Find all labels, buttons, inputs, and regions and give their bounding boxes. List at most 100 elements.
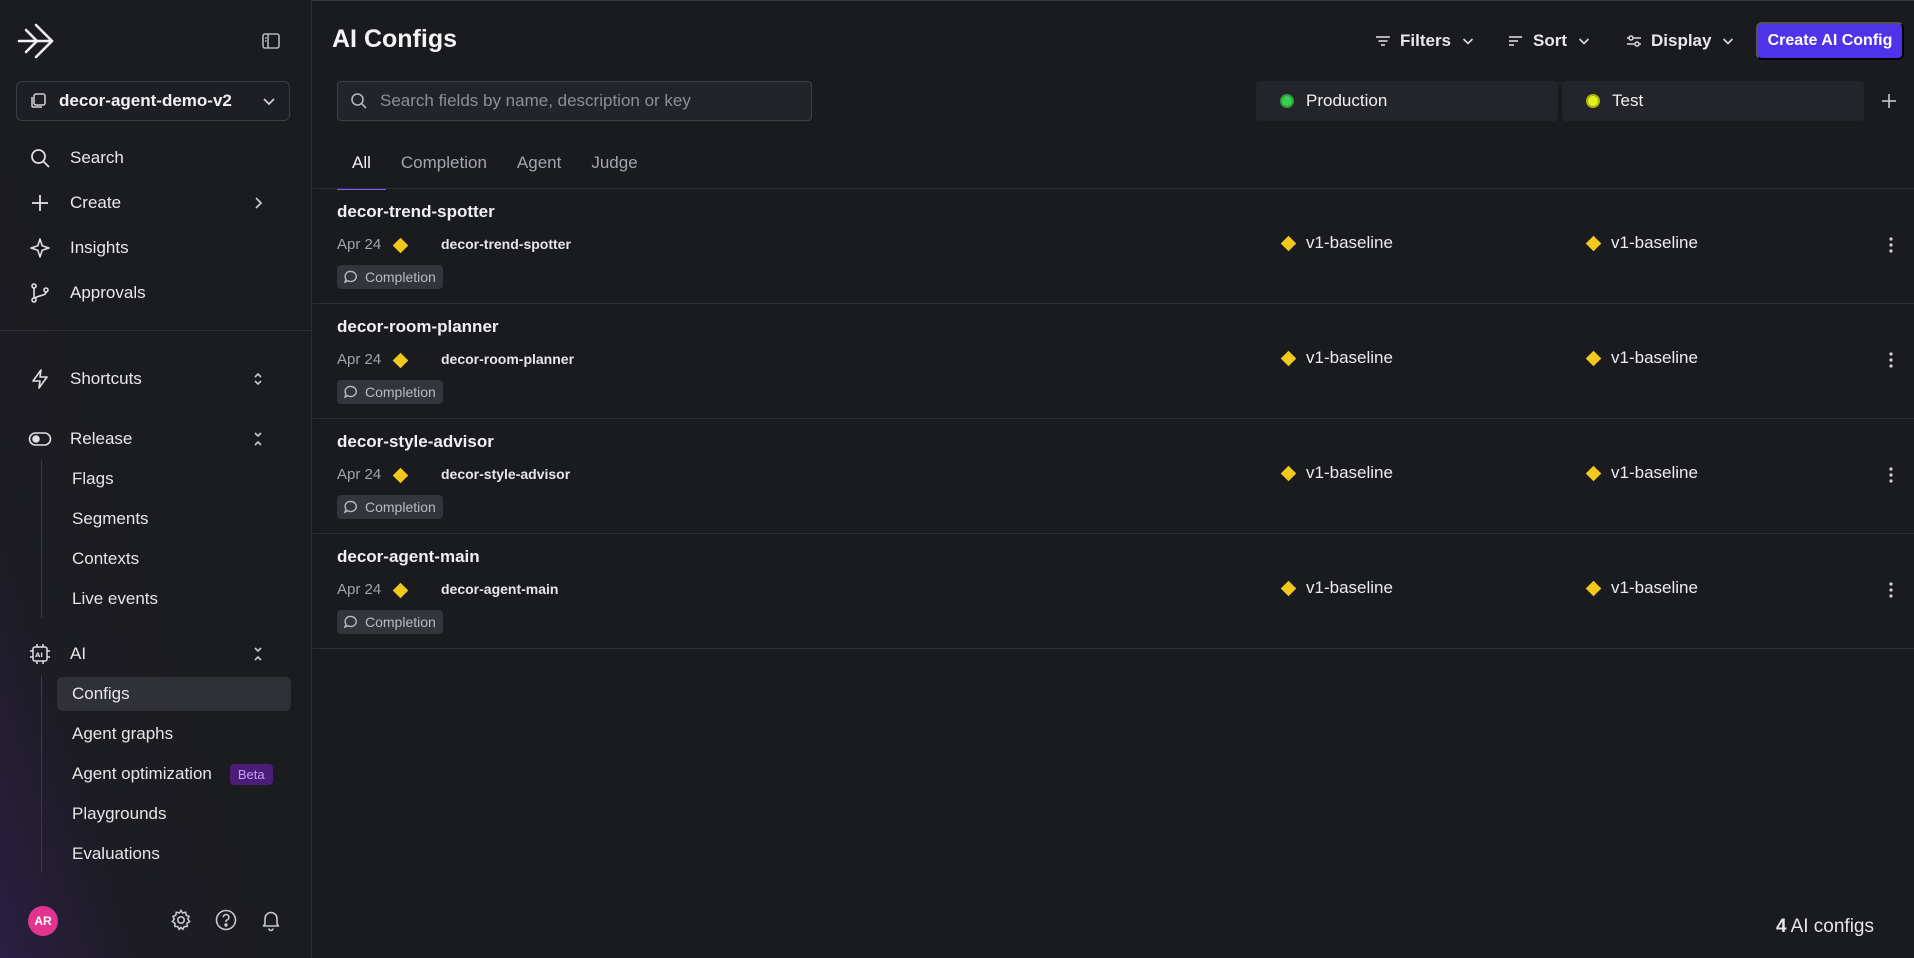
variation-label: v1-baseline — [1306, 233, 1393, 252]
variation-diamond-icon — [392, 582, 409, 599]
config-row[interactable]: decor-style-advisor Apr 24 decor-style-a… — [313, 419, 1914, 534]
gear-icon[interactable] — [169, 908, 193, 932]
variation-diamond-icon — [1280, 580, 1297, 596]
chevron-collapse-icon — [254, 432, 262, 446]
tab-agent[interactable]: Agent — [502, 148, 576, 190]
nav-agent-optimization[interactable]: Agent optimization Beta — [57, 757, 291, 791]
nav-configs[interactable]: Configs — [57, 677, 291, 711]
project-selector[interactable]: decor-agent-demo-v2 — [16, 81, 290, 121]
config-count-number: 4 — [1775, 916, 1787, 937]
display-button[interactable]: Display — [1625, 26, 1735, 56]
variation-diamond-icon — [1585, 350, 1602, 366]
nav-segments[interactable]: Segments — [57, 502, 291, 536]
config-date: Apr 24 — [337, 236, 382, 253]
variation-label: v1-baseline — [1306, 463, 1393, 482]
filters-label: Filters — [1400, 31, 1452, 50]
test-variation[interactable]: v1-baseline — [1585, 348, 1698, 368]
nav-ai[interactable]: AI AI — [28, 637, 284, 671]
mode-label: Completion — [365, 614, 436, 630]
production-variation[interactable]: v1-baseline — [1280, 578, 1393, 598]
variation-label: v1-baseline — [1611, 348, 1698, 367]
search-field[interactable] — [337, 81, 812, 121]
config-date: Apr 24 — [337, 581, 382, 598]
nav-shortcuts-label: Shortcuts — [70, 369, 142, 388]
production-variation[interactable]: v1-baseline — [1280, 463, 1393, 483]
nav-create[interactable]: Create — [28, 186, 284, 220]
nav-shortcuts[interactable]: Shortcuts — [28, 362, 284, 396]
sidebar-divider — [0, 330, 312, 331]
more-options-icon[interactable] — [1881, 465, 1901, 485]
tab-all[interactable]: All — [337, 148, 386, 190]
test-variation[interactable]: v1-baseline — [1585, 463, 1698, 483]
environment-test[interactable]: Test — [1562, 81, 1864, 121]
create-ai-config-button[interactable]: Create AI Config — [1756, 22, 1904, 60]
nav-live-events[interactable]: Live events — [57, 582, 291, 616]
test-variation[interactable]: v1-baseline — [1585, 233, 1698, 253]
mode-badge: Completion — [337, 265, 443, 289]
nav-playgrounds[interactable]: Playgrounds — [57, 797, 291, 831]
config-row[interactable]: decor-room-planner Apr 24 decor-room-pla… — [313, 304, 1914, 419]
variation-diamond-icon — [392, 237, 409, 254]
chat-bubble-icon — [343, 385, 357, 399]
nav-evaluations[interactable]: Evaluations — [57, 837, 291, 871]
chevron-down-icon — [1578, 38, 1590, 45]
environment-status-dot — [1586, 94, 1600, 108]
nav-insights-label: Insights — [70, 238, 129, 257]
variation-diamond-icon — [1585, 235, 1602, 251]
production-variation[interactable]: v1-baseline — [1280, 233, 1393, 253]
test-variation[interactable]: v1-baseline — [1585, 578, 1698, 598]
sort-button[interactable]: Sort — [1507, 26, 1591, 56]
mode-badge: Completion — [337, 495, 443, 519]
config-name[interactable]: decor-agent-main — [337, 547, 480, 567]
help-icon[interactable] — [214, 908, 238, 932]
nav-contexts[interactable]: Contexts — [57, 542, 291, 576]
sliders-icon — [1627, 35, 1641, 47]
nav-agent-graphs[interactable]: Agent graphs — [57, 717, 291, 751]
ai-tree-line — [41, 675, 42, 873]
nav-agent-optimization-label: Agent optimization — [72, 764, 212, 783]
config-name[interactable]: decor-trend-spotter — [337, 202, 495, 222]
chat-bubble-icon — [343, 270, 357, 284]
tab-completion[interactable]: Completion — [386, 148, 502, 190]
tab-judge[interactable]: Judge — [576, 148, 652, 190]
config-date: Apr 24 — [337, 351, 382, 368]
display-label: Display — [1651, 31, 1712, 50]
nav-search[interactable]: Search — [28, 141, 284, 175]
filters-button[interactable]: Filters — [1374, 26, 1475, 56]
config-type-tabs: All Completion Agent Judge — [337, 148, 653, 190]
nav-approvals[interactable]: Approvals — [28, 276, 284, 310]
add-environment-icon[interactable] — [1879, 91, 1899, 111]
sidebar-collapse-icon[interactable] — [260, 30, 282, 52]
config-row[interactable]: decor-trend-spotter Apr 24 decor-trend-s… — [313, 189, 1914, 304]
config-key: decor-style-advisor — [441, 466, 571, 482]
config-name[interactable]: decor-style-advisor — [337, 432, 494, 452]
lightning-icon — [28, 367, 52, 391]
production-variation[interactable]: v1-baseline — [1280, 348, 1393, 368]
nav-approvals-label: Approvals — [70, 283, 146, 302]
more-options-icon[interactable] — [1881, 580, 1901, 600]
config-row[interactable]: decor-agent-main Apr 24 decor-agent-main… — [313, 534, 1914, 649]
environment-production[interactable]: Production — [1256, 81, 1558, 121]
search-input[interactable] — [380, 91, 811, 111]
nav-flags[interactable]: Flags — [57, 462, 291, 496]
chat-bubble-icon — [343, 500, 357, 514]
project-icon — [31, 93, 46, 108]
launchdarkly-logo-icon[interactable] — [16, 22, 56, 60]
avatar[interactable]: AR — [28, 906, 58, 936]
chevron-right-icon — [255, 197, 263, 209]
chevron-down-icon — [1462, 38, 1474, 45]
nav-insights[interactable]: Insights — [28, 231, 284, 265]
bell-icon[interactable] — [259, 908, 283, 932]
search-icon — [28, 146, 52, 170]
variation-diamond-icon — [1585, 465, 1602, 481]
page-title: AI Configs — [332, 25, 457, 53]
more-options-icon[interactable] — [1881, 350, 1901, 370]
sidebar: decor-agent-demo-v2 Search Create Insigh… — [0, 0, 312, 958]
variation-diamond-icon — [392, 352, 409, 369]
more-options-icon[interactable] — [1881, 235, 1901, 255]
config-name[interactable]: decor-room-planner — [337, 317, 499, 337]
release-tree-line — [41, 460, 42, 618]
plus-icon — [28, 191, 52, 215]
nav-release[interactable]: Release — [28, 422, 284, 456]
project-name: decor-agent-demo-v2 — [59, 91, 232, 110]
